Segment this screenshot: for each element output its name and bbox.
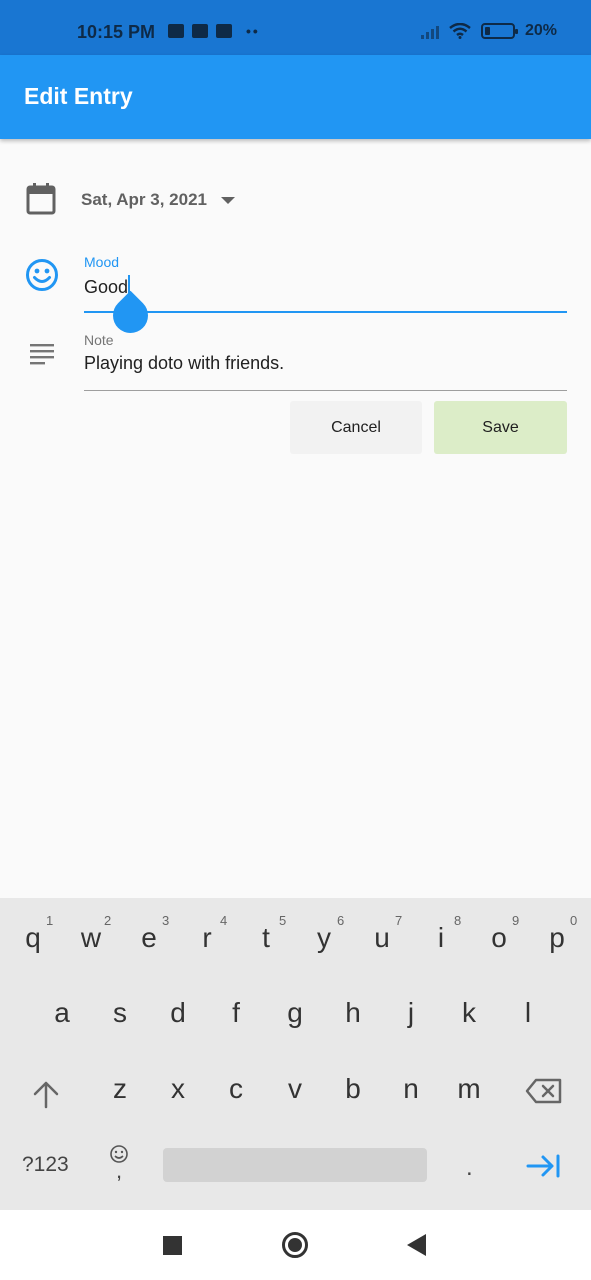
key-d[interactable]: d xyxy=(158,997,198,1029)
dots-icon: •• xyxy=(246,23,260,39)
key-k[interactable]: k xyxy=(449,997,489,1029)
app-bar: Edit Entry xyxy=(0,55,591,139)
wifi-icon xyxy=(449,23,471,39)
news-icon xyxy=(192,24,208,38)
key-hint: 8 xyxy=(454,913,462,928)
smiley-icon xyxy=(24,257,60,293)
key-m[interactable]: m xyxy=(449,1073,489,1105)
mood-input[interactable]: Good xyxy=(84,275,131,298)
status-time: 10:15 PM xyxy=(77,22,156,42)
key-hint: 0 xyxy=(570,913,578,928)
keyboard-icon xyxy=(168,24,184,38)
note-underline xyxy=(84,390,567,391)
tab-next-key[interactable] xyxy=(526,1154,562,1178)
key-hint: 2 xyxy=(104,913,112,928)
key-g[interactable]: g xyxy=(275,997,315,1029)
system-icons: 20% xyxy=(420,22,557,40)
note-input[interactable]: Playing doto with friends. xyxy=(84,353,284,374)
key-b[interactable]: b xyxy=(333,1073,373,1105)
key-c[interactable]: c xyxy=(216,1073,256,1105)
page-title: Edit Entry xyxy=(24,83,133,109)
key-hint: 1 xyxy=(46,913,54,928)
calendar-icon xyxy=(24,182,58,216)
symbols-key[interactable]: ?123 xyxy=(22,1153,69,1177)
note-label: Note xyxy=(84,332,114,348)
key-a[interactable]: a xyxy=(42,997,82,1029)
period-key[interactable]: . xyxy=(466,1154,473,1182)
key-hint: 9 xyxy=(512,913,520,928)
key-hint: 7 xyxy=(395,913,403,928)
battery-level xyxy=(484,27,491,35)
emoji-comma-key[interactable]: , xyxy=(109,1144,131,1184)
cancel-button[interactable]: Cancel xyxy=(290,401,422,454)
backspace-key[interactable] xyxy=(525,1078,563,1104)
key-hint: 4 xyxy=(220,913,228,928)
trash-icon xyxy=(216,24,232,38)
key-n[interactable]: n xyxy=(391,1073,431,1105)
key-h[interactable]: h xyxy=(333,997,373,1029)
key-s[interactable]: s xyxy=(100,997,140,1029)
key-hint: 3 xyxy=(162,913,170,928)
notes-icon xyxy=(28,340,56,366)
recents-icon[interactable] xyxy=(163,1236,182,1255)
key-hint: 6 xyxy=(337,913,345,928)
save-button[interactable]: Save xyxy=(434,401,567,454)
mood-label: Mood xyxy=(84,254,120,270)
battery-percent: 20% xyxy=(524,22,557,39)
space-bar[interactable] xyxy=(163,1148,427,1182)
dropdown-caret-icon xyxy=(221,196,235,204)
key-f[interactable]: f xyxy=(216,997,256,1029)
signal-icon xyxy=(420,23,439,39)
home-icon[interactable] xyxy=(282,1232,308,1258)
key-x[interactable]: x xyxy=(158,1073,198,1105)
key-l[interactable]: l xyxy=(508,997,548,1029)
comma-label: , xyxy=(116,1158,123,1183)
soft-keyboard: ?123 , . q1w2e3r4t5y6u7i8o9p0asdfghjklzx… xyxy=(0,898,591,1210)
key-z[interactable]: z xyxy=(100,1073,140,1105)
mood-underline xyxy=(84,311,567,313)
key-hint: 5 xyxy=(279,913,287,928)
notification-icons: •• xyxy=(168,23,260,39)
battery-icon xyxy=(480,23,518,39)
key-v[interactable]: v xyxy=(275,1073,315,1105)
key-j[interactable]: j xyxy=(391,997,431,1029)
date-value: Sat, Apr 3, 2021 xyxy=(81,190,207,209)
back-icon[interactable] xyxy=(407,1234,426,1256)
navigation-bar xyxy=(0,1210,591,1280)
mood-input-text: Good xyxy=(84,277,129,297)
status-bar: 10:15 PM •• 20% xyxy=(0,0,591,55)
date-picker[interactable]: Sat, Apr 3, 2021 xyxy=(81,190,235,210)
